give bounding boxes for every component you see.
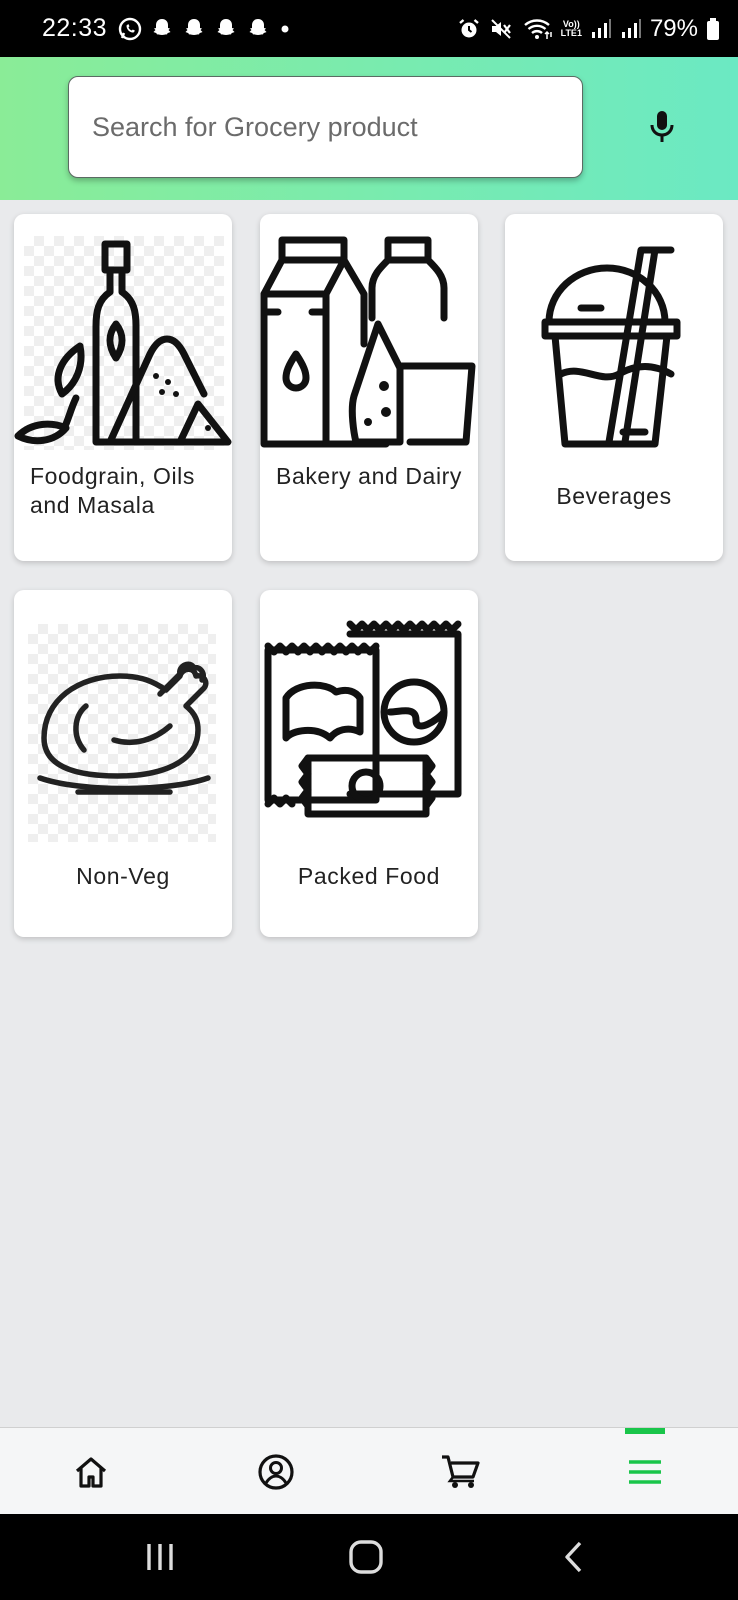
system-nav-bar — [0, 1514, 738, 1600]
snapchat-icon — [249, 18, 267, 35]
milk-cheese-icon — [260, 236, 476, 448]
snack-packets-icon — [264, 620, 462, 818]
status-time: 22:33 — [42, 14, 108, 42]
roast-chicken-icon — [37, 661, 211, 795]
category-label: Non-Veg — [76, 863, 170, 889]
status-bar: 22:33 Vo)) LTE1 79% — [0, 0, 738, 57]
home-system-icon[interactable] — [348, 1539, 384, 1575]
signal-icon — [591, 18, 611, 38]
recent-apps-icon[interactable] — [143, 1542, 177, 1572]
system-status-icons: Vo)) LTE1 79% — [457, 15, 720, 43]
app-header — [0, 57, 738, 200]
back-button[interactable] — [534, 1514, 614, 1600]
nav-cart[interactable] — [415, 1428, 505, 1515]
profile-icon[interactable] — [257, 1453, 295, 1491]
category-card-foodgrain[interactable]: Foodgrain, Oils and Masala — [14, 214, 232, 561]
bottom-nav — [0, 1427, 738, 1515]
battery-percent: 79% — [649, 14, 698, 42]
recent-apps-button[interactable] — [120, 1514, 200, 1600]
back-icon[interactable] — [562, 1539, 586, 1575]
nav-home[interactable] — [46, 1428, 136, 1515]
drink-cup-icon — [541, 246, 681, 448]
home-icon[interactable] — [73, 1455, 109, 1489]
dot-icon — [281, 25, 289, 32]
microphone-icon[interactable] — [647, 109, 677, 145]
alarm-icon — [458, 18, 479, 37]
mic-button[interactable] — [640, 105, 684, 149]
search-box[interactable] — [68, 76, 583, 178]
whatsapp-icon — [118, 17, 142, 40]
nav-profile[interactable] — [231, 1428, 321, 1515]
mute-icon — [490, 18, 511, 39]
signal-icon — [621, 18, 641, 38]
search-input[interactable] — [90, 110, 582, 144]
active-tab-indicator — [625, 1428, 665, 1434]
category-label: Packed Food — [297, 863, 441, 889]
category-card-packed-food[interactable]: Packed Food — [260, 590, 478, 937]
snapchat-icon — [153, 18, 171, 35]
nav-menu[interactable] — [600, 1428, 690, 1515]
wifi-icon — [523, 18, 552, 39]
network-type: Vo)) LTE1 — [560, 19, 582, 38]
battery-icon — [707, 17, 719, 40]
menu-icon[interactable] — [627, 1457, 663, 1487]
category-card-bakery-dairy[interactable]: Bakery and Dairy — [260, 214, 478, 561]
notification-icons — [117, 16, 293, 42]
snapchat-icon — [185, 18, 203, 35]
category-label: Beverages — [556, 483, 672, 509]
category-card-beverages[interactable]: Beverages — [505, 214, 723, 561]
home-system-button[interactable] — [326, 1514, 406, 1600]
lte-label: LTE1 — [560, 27, 582, 38]
oil-grain-icon — [14, 240, 232, 446]
snapchat-icon — [217, 18, 235, 35]
cart-icon[interactable] — [440, 1453, 480, 1491]
category-label: Bakery and Dairy — [276, 463, 463, 489]
category-card-non-veg[interactable]: Non-Veg — [14, 590, 232, 937]
category-label: Foodgrain, Oils and Masala — [30, 463, 195, 518]
